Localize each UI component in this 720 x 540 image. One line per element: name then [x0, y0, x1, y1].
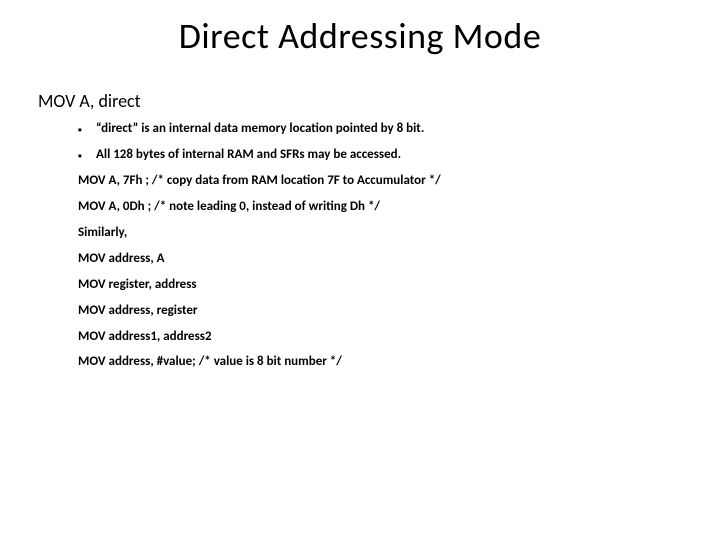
slide: Direct Addressing Mode MOV A, direct “di…	[0, 0, 720, 540]
body-line: MOV address, #value; /* value is 8 bit n…	[78, 355, 680, 370]
slide-body: “direct” is an internal data memory loca…	[78, 122, 680, 381]
body-line: MOV address, A	[78, 252, 680, 267]
body-line: MOV address1, address2	[78, 330, 680, 345]
bullet-line: All 128 bytes of internal RAM and SFRs m…	[78, 148, 680, 163]
body-line: MOV address, register	[78, 304, 680, 319]
body-line: MOV A, 0Dh ; /* note leading 0, instead …	[78, 200, 680, 215]
bullet-line: “direct” is an internal data memory loca…	[78, 122, 680, 137]
slide-subheading: MOV A, direct	[38, 90, 141, 112]
body-line: MOV A, 7Fh ; /* copy data from RAM locat…	[78, 174, 680, 189]
body-line: Similarly,	[78, 226, 680, 241]
body-line: MOV register, address	[78, 278, 680, 293]
slide-title: Direct Addressing Mode	[0, 14, 720, 58]
